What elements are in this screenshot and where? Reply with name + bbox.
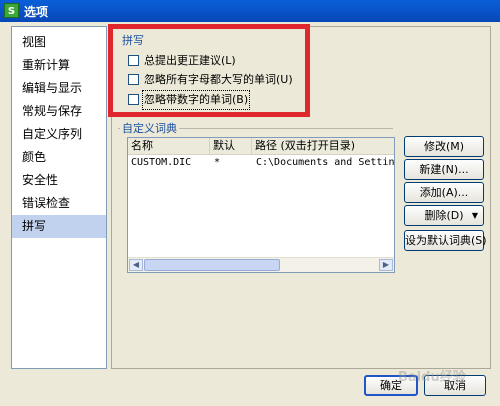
- modify-button[interactable]: 修改(M): [404, 136, 484, 157]
- option-label: 总提出更正建议(L): [144, 54, 236, 67]
- checkbox[interactable]: [128, 94, 139, 105]
- cell-default: *: [214, 157, 221, 168]
- window-title: 选项: [24, 5, 49, 19]
- column-header-name[interactable]: 名称: [128, 138, 210, 154]
- cell-name: CUSTOM.DIC: [131, 157, 192, 168]
- sidebar-item-recalc[interactable]: 重新计算: [12, 54, 106, 77]
- category-list: 视图 重新计算 编辑与显示 常规与保存 自定义序列 颜色 安全性 错误检查 拼写: [11, 26, 107, 369]
- sidebar-item-color[interactable]: 颜色: [12, 146, 106, 169]
- column-header-path[interactable]: 路径 (双击打开目录): [252, 138, 394, 154]
- cancel-button[interactable]: 取消: [424, 375, 486, 396]
- ok-button[interactable]: 确定: [364, 375, 418, 396]
- set-default-button[interactable]: 设为默认词典(S): [404, 230, 487, 251]
- scroll-thumb[interactable]: [144, 259, 280, 271]
- checkbox[interactable]: [128, 55, 139, 66]
- dictionary-table[interactable]: 名称 默认 路径 (双击打开目录) CUSTOM.DIC * C:\Docume…: [127, 137, 395, 273]
- add-button[interactable]: 添加(A)...: [404, 182, 484, 203]
- scroll-left-icon[interactable]: ◀: [129, 259, 143, 271]
- new-button[interactable]: 新建(N)...: [404, 159, 484, 180]
- column-header-default[interactable]: 默认: [210, 138, 252, 154]
- horizontal-scrollbar[interactable]: ◀ ▶: [128, 257, 394, 272]
- scroll-right-icon[interactable]: ▶: [379, 259, 393, 271]
- spelling-section-title: 拼写: [120, 32, 146, 48]
- custom-dict-section-title: 自定义词典: [120, 120, 179, 136]
- delete-button[interactable]: 删除(D) ▼: [404, 205, 484, 226]
- table-header: 名称 默认 路径 (双击打开目录): [128, 138, 394, 155]
- cell-path: C:\Documents and Setting: [256, 157, 395, 168]
- app-icon: S: [4, 3, 19, 18]
- sidebar-item-edit[interactable]: 编辑与显示: [12, 77, 106, 100]
- sidebar-item-general[interactable]: 常规与保存: [12, 100, 106, 123]
- dropdown-arrow-icon: ▼: [471, 211, 478, 220]
- option-label: 忽略所有字母都大写的单词(U): [144, 73, 293, 86]
- sidebar-item-security[interactable]: 安全性: [12, 169, 106, 192]
- sidebar-item-error-check[interactable]: 错误检查: [12, 192, 106, 215]
- delete-button-label: 删除(D): [424, 209, 464, 222]
- checkbox[interactable]: [128, 74, 139, 85]
- sidebar-item-custom-list[interactable]: 自定义序列: [12, 123, 106, 146]
- table-row[interactable]: CUSTOM.DIC * C:\Documents and Setting: [128, 155, 394, 170]
- sidebar-item-view[interactable]: 视图: [12, 31, 106, 54]
- title-bar[interactable]: S 选项: [0, 0, 500, 22]
- sidebar-item-spelling[interactable]: 拼写: [12, 215, 106, 238]
- option-label: 忽略带数字的单词(B): [141, 90, 251, 110]
